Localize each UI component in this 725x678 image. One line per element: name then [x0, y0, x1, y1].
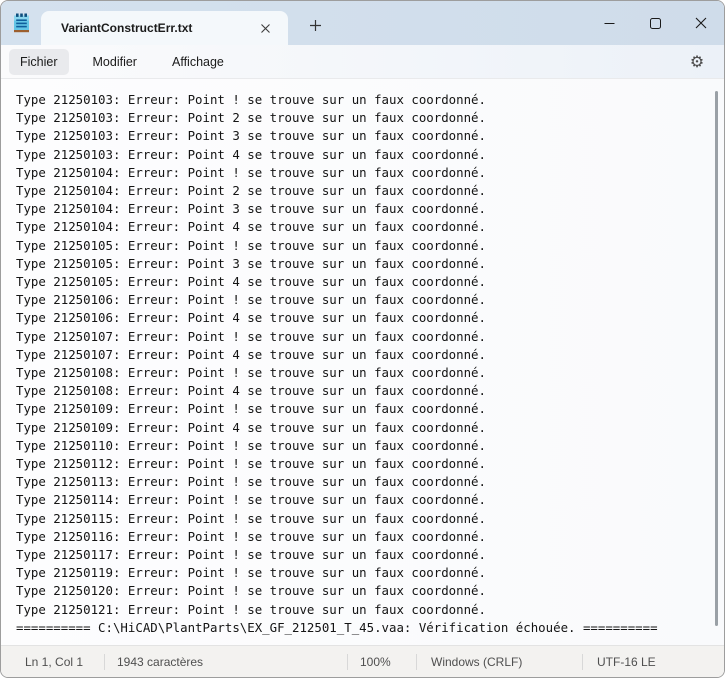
log-line: Type 21250103: Erreur: Point 4 se trouve…	[16, 146, 486, 162]
log-line: Type 21250113: Erreur: Point ! se trouve…	[16, 474, 486, 490]
log-line: Type 21250117: Erreur: Point ! se trouve…	[16, 547, 486, 563]
log-line: Type 21250104: Erreur: Point ! se trouve…	[16, 164, 486, 180]
maximize-button[interactable]	[632, 1, 678, 45]
log-line: Type 21250105: Erreur: Point 4 se trouve…	[16, 274, 486, 290]
log-line: Type 21250103: Erreur: Point ! se trouve…	[16, 92, 486, 107]
cursor-position: Ln 1, Col 1	[25, 654, 84, 669]
close-button[interactable]	[678, 1, 724, 45]
menu-item-modifier[interactable]: Modifier	[82, 49, 148, 75]
menu-item-affichage[interactable]: Affichage	[161, 49, 235, 75]
close-icon	[695, 17, 707, 29]
log-line: Type 21250115: Erreur: Point ! se trouve…	[16, 510, 486, 526]
log-line: Type 21250116: Erreur: Point ! se trouve…	[16, 528, 486, 544]
log-line: Type 21250109: Erreur: Point 4 se trouve…	[16, 419, 486, 435]
app-icon-container	[1, 1, 41, 45]
log-line: Type 21250107: Erreur: Point 4 se trouve…	[16, 346, 486, 362]
tab-title: VariantConstructErr.txt	[61, 21, 193, 35]
titlebar[interactable]: VariantConstructErr.txt	[1, 1, 724, 45]
log-line: Type 21250105: Erreur: Point ! se trouve…	[16, 237, 486, 253]
statusbar: Ln 1, Col 1 1943 caractères 100% Windows…	[1, 645, 724, 677]
log-line: Type 21250106: Erreur: Point 4 se trouve…	[16, 310, 486, 326]
window-controls	[586, 1, 724, 45]
log-line: Type 21250121: Erreur: Point ! se trouve…	[16, 601, 486, 617]
vertical-scrollbar[interactable]	[715, 91, 718, 626]
log-line: Type 21250110: Erreur: Point ! se trouve…	[16, 437, 486, 453]
plus-icon	[309, 19, 322, 32]
log-line: Type 21250103: Erreur: Point 2 se trouve…	[16, 110, 486, 126]
log-line: Type 21250105: Erreur: Point 3 se trouve…	[16, 255, 486, 271]
tab-close-icon[interactable]	[252, 15, 278, 41]
new-tab-button[interactable]	[300, 10, 330, 40]
log-line: Type 21250120: Erreur: Point ! se trouve…	[16, 583, 486, 599]
log-line: Type 21250106: Erreur: Point ! se trouve…	[16, 292, 486, 308]
character-count: 1943 caractères	[117, 654, 204, 669]
tab-variantconstructerr[interactable]: VariantConstructErr.txt	[41, 11, 288, 45]
maximize-icon	[649, 17, 661, 29]
log-line: Type 21250104: Erreur: Point 4 se trouve…	[16, 219, 486, 235]
log-line: Type 21250108: Erreur: Point 4 se trouve…	[16, 383, 486, 399]
gear-icon[interactable]: ⚙	[682, 47, 712, 77]
minimize-icon	[604, 18, 615, 29]
log-line: Type 21250109: Erreur: Point ! se trouve…	[16, 401, 486, 417]
log-line: Type 21250114: Erreur: Point ! se trouve…	[16, 492, 486, 508]
notepad-window: VariantConstructErr.txt Fichier Modifier…	[0, 0, 725, 678]
log-line: Type 21250108: Erreur: Point ! se trouve…	[16, 365, 486, 381]
menubar: Fichier Modifier Affichage ⚙	[1, 45, 724, 79]
log-line: Type 21250104: Erreur: Point 3 se trouve…	[16, 201, 486, 217]
log-line: Type 21250112: Erreur: Point ! se trouve…	[16, 456, 486, 472]
line-endings[interactable]: Windows (CRLF)	[417, 655, 582, 669]
text-editor[interactable]: Type 21250103: Erreur: Point ! se trouve…	[1, 79, 724, 645]
minimize-button[interactable]	[586, 1, 632, 45]
log-line: Type 21250119: Erreur: Point ! se trouve…	[16, 565, 486, 581]
notepad-icon	[13, 13, 30, 33]
encoding[interactable]: UTF-16 LE	[583, 655, 724, 669]
log-line: Type 21250107: Erreur: Point ! se trouve…	[16, 328, 486, 344]
zoom-level[interactable]: 100%	[348, 655, 416, 669]
menu-item-fichier[interactable]: Fichier	[9, 48, 69, 75]
log-line: Type 21250104: Erreur: Point 2 se trouve…	[16, 183, 486, 199]
log-line: ========== C:\HiCAD\PlantParts\EX_GF_212…	[16, 619, 658, 635]
log-line: Type 21250103: Erreur: Point 3 se trouve…	[16, 128, 486, 144]
